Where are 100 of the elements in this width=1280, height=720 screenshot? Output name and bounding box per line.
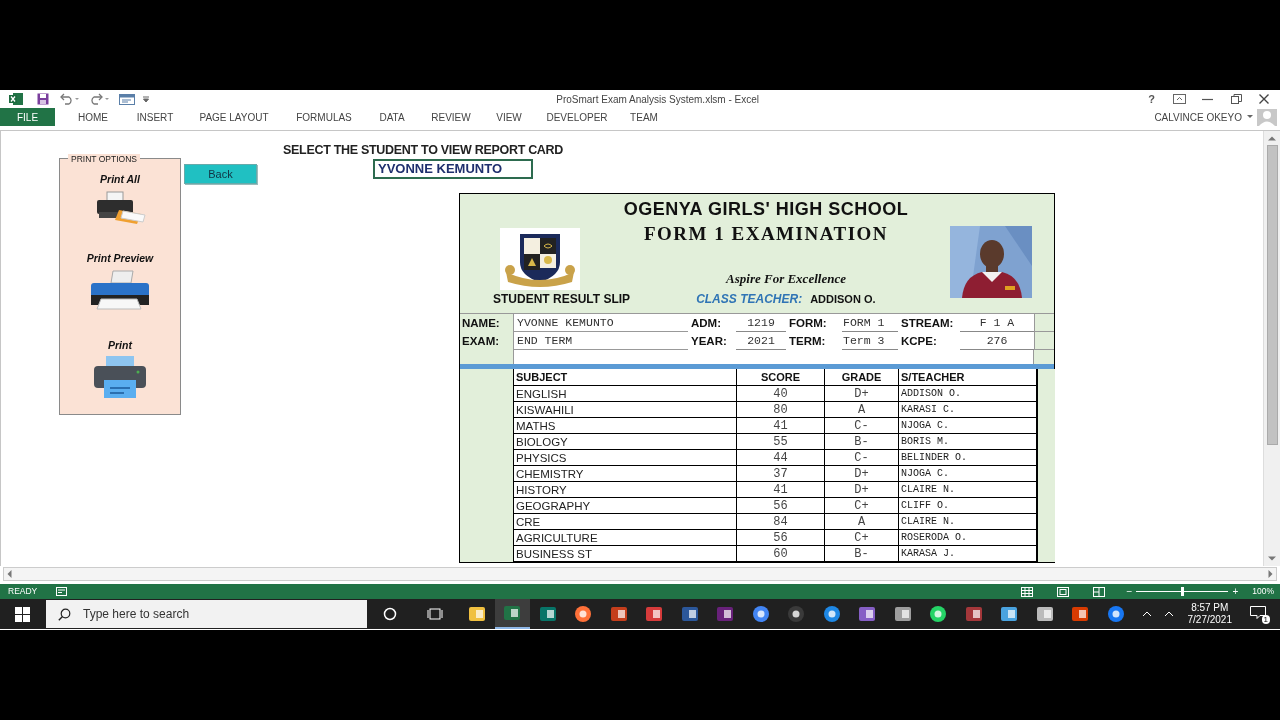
table-cell: C- <box>825 450 899 466</box>
table-cell: CHEMISTRY <box>514 466 737 482</box>
app-icon[interactable] <box>467 605 486 623</box>
clock-time[interactable]: 8:57 PM <box>1191 602 1229 614</box>
zoom-level[interactable]: 100% <box>1252 585 1274 598</box>
ribbon-tab[interactable]: FILE <box>0 108 55 126</box>
app-icon[interactable] <box>574 605 593 623</box>
app-icon[interactable] <box>893 605 912 623</box>
column-header: SUBJECT <box>514 369 737 386</box>
close-icon[interactable] <box>1259 94 1269 104</box>
chevron-up-icon[interactable] <box>1163 611 1174 617</box>
taskbar-search-field[interactable]: Type here to search <box>46 600 367 628</box>
windows-start-icon[interactable] <box>15 606 30 622</box>
back-button[interactable]: Back <box>184 164 257 184</box>
app-icon[interactable] <box>787 605 806 623</box>
form-icon[interactable] <box>119 93 135 105</box>
taskbar-app-button[interactable] <box>494 599 530 629</box>
cortana-icon[interactable] <box>383 607 397 621</box>
scroll-left-icon[interactable] <box>6 570 12 578</box>
excel-logo-icon <box>9 93 23 105</box>
table-cell: 41 <box>737 418 825 434</box>
ribbon-tab[interactable]: PAGE LAYOUT <box>184 108 284 126</box>
app-icon[interactable] <box>751 605 770 623</box>
scroll-right-icon[interactable] <box>1268 570 1274 578</box>
ribbon-tab[interactable]: VIEW <box>482 108 536 126</box>
class-teacher-label: CLASS TEACHER: <box>696 291 803 308</box>
table-cell: D+ <box>825 386 899 402</box>
clock-date[interactable]: 7/27/2021 <box>1187 614 1232 626</box>
normal-view-icon[interactable] <box>1020 586 1033 597</box>
column-header: SCORE <box>737 369 825 386</box>
ribbon-tab[interactable]: DATA <box>364 108 420 126</box>
field-value: Term 3 <box>842 332 898 350</box>
student-select-field[interactable]: YVONNE KEMUNTO <box>373 159 533 179</box>
zoom-in-button[interactable]: + <box>1232 584 1239 599</box>
help-button[interactable]: ? <box>1148 90 1155 108</box>
search-input[interactable]: Type here to search <box>83 605 343 623</box>
app-icon[interactable] <box>1035 605 1054 623</box>
field-label: NAME: <box>460 314 513 332</box>
app-icon[interactable] <box>1106 605 1125 623</box>
app-icon[interactable] <box>716 605 735 623</box>
macro-record-icon[interactable] <box>56 587 68 596</box>
app-icon[interactable] <box>929 605 948 623</box>
ribbon-tab[interactable]: DEVELOPER <box>536 108 618 126</box>
table-cell: 84 <box>737 514 825 530</box>
app-icon[interactable] <box>822 605 841 623</box>
save-icon[interactable] <box>37 93 49 105</box>
table-cell: 56 <box>737 530 825 546</box>
table-cell: AGRICULTURE <box>514 530 737 546</box>
app-icon[interactable] <box>858 605 877 623</box>
zoom-slider[interactable] <box>1136 587 1229 596</box>
page-break-icon[interactable] <box>1092 586 1105 597</box>
ribbon-tab[interactable]: TEAM <box>618 108 670 126</box>
ribbon-tab[interactable]: HOME <box>60 108 126 126</box>
print-option-label[interactable]: Print All <box>100 173 140 186</box>
field-label: STREAM: <box>900 316 955 331</box>
vertical-scrollbar[interactable] <box>1263 131 1280 566</box>
app-icon[interactable] <box>645 605 664 623</box>
field-value: 2021 <box>736 332 786 350</box>
table-cell: 44 <box>737 450 825 466</box>
horizontal-scrollbar[interactable] <box>3 567 1277 581</box>
ribbon-tab[interactable]: FORMULAS <box>284 108 364 126</box>
ribbon-tab[interactable]: INSERT <box>126 108 184 126</box>
table-cell: B- <box>825 546 899 562</box>
column-header: GRADE <box>825 369 899 386</box>
redo-icon[interactable] <box>89 93 111 105</box>
customize-icon[interactable] <box>143 95 149 103</box>
field-label: EXAM: <box>460 332 513 350</box>
print-option-label[interactable]: Print Preview <box>86 252 154 265</box>
app-icon[interactable] <box>1071 605 1090 623</box>
print-option-label[interactable]: Print <box>108 339 132 352</box>
chevron-up-icon[interactable] <box>1141 611 1152 617</box>
page-layout-icon[interactable] <box>1056 586 1069 597</box>
caret-icon[interactable] <box>1247 115 1253 119</box>
table-cell: 41 <box>737 482 825 498</box>
app-icon[interactable] <box>1000 605 1019 623</box>
app-icon[interactable] <box>680 605 699 623</box>
table-cell: BIOLOGY <box>514 434 737 450</box>
app-icon[interactable] <box>964 605 983 623</box>
table-cell: D+ <box>825 466 899 482</box>
ribbon-tab[interactable]: REVIEW <box>420 108 482 126</box>
ribbon-display-icon[interactable] <box>1173 94 1186 104</box>
zoom-out-button[interactable]: − <box>1126 584 1133 599</box>
zoom-slider-thumb[interactable] <box>1180 587 1184 596</box>
scrollbar-thumb[interactable] <box>1266 145 1278 445</box>
task-view-icon[interactable] <box>427 607 443 621</box>
restore-icon[interactable] <box>1231 94 1242 104</box>
table-cell: KARASA J. <box>899 546 1037 562</box>
field-value: END TERM <box>513 332 688 350</box>
table-cell: HISTORY <box>514 482 737 498</box>
table-cell: A <box>825 514 899 530</box>
undo-icon[interactable] <box>59 93 81 105</box>
app-icon[interactable] <box>538 605 557 623</box>
table-cell: BUSINESS ST <box>514 546 737 562</box>
printer-icon[interactable] <box>92 356 148 400</box>
user-name[interactable]: CALVINCE OKEYO <box>1154 109 1242 125</box>
app-icon[interactable] <box>503 604 522 622</box>
field-value: YVONNE KEMUNTO <box>513 314 688 332</box>
notifications-button[interactable]: 1 <box>1250 606 1268 622</box>
app-icon[interactable] <box>609 605 628 623</box>
field-label: KCPE: <box>900 334 938 349</box>
